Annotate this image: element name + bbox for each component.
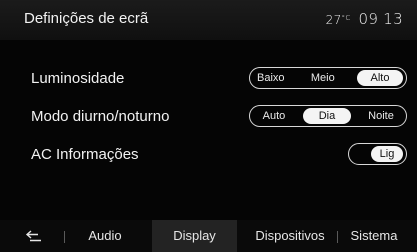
brightness-option-high[interactable]: Alto: [357, 70, 403, 86]
tab-audio[interactable]: Audio: [70, 220, 140, 252]
brightness-segmented-control: Baixo Meio Alto: [249, 67, 407, 89]
brightness-option-low[interactable]: Baixo: [253, 70, 289, 86]
day-night-option-day[interactable]: Dia: [303, 108, 351, 124]
tab-system[interactable]: Sistema: [340, 220, 408, 252]
ac-info-toggle[interactable]: Lig: [348, 143, 407, 165]
tab-display[interactable]: Display: [152, 220, 237, 252]
bottom-tab-bar: Audio Display Dispositivos Sistema: [0, 220, 417, 252]
setting-row-ac-info: AC Informações Lig: [0, 143, 417, 167]
back-arrow-icon[interactable]: [25, 229, 43, 243]
header-bar: Definições de ecrã 27°C 09 13: [0, 0, 417, 40]
setting-label: AC Informações: [31, 146, 139, 163]
ac-info-toggle-on-label: Lig: [371, 146, 403, 162]
day-night-option-night[interactable]: Noite: [359, 108, 403, 124]
temperature-readout: 27°C: [325, 13, 351, 27]
setting-row-day-night: Modo diurno/noturno Auto Dia Noite: [0, 105, 417, 129]
tab-divider: [337, 231, 338, 243]
tab-devices[interactable]: Dispositivos: [244, 220, 336, 252]
page-title: Definições de ecrã: [24, 10, 149, 27]
brightness-option-medium[interactable]: Meio: [307, 70, 339, 86]
setting-label: Luminosidade: [31, 70, 125, 87]
day-night-segmented-control: Auto Dia Noite: [249, 105, 407, 127]
day-night-option-auto[interactable]: Auto: [253, 108, 295, 124]
status-area: 27°C 09 13: [326, 10, 403, 28]
clock: 09 13: [358, 10, 403, 28]
setting-label: Modo diurno/noturno: [31, 108, 170, 125]
tab-divider: [64, 231, 65, 243]
display-settings-screen: Definições de ecrã 27°C 09 13 Luminosidad…: [0, 0, 417, 252]
setting-row-brightness: Luminosidade Baixo Meio Alto: [0, 67, 417, 91]
